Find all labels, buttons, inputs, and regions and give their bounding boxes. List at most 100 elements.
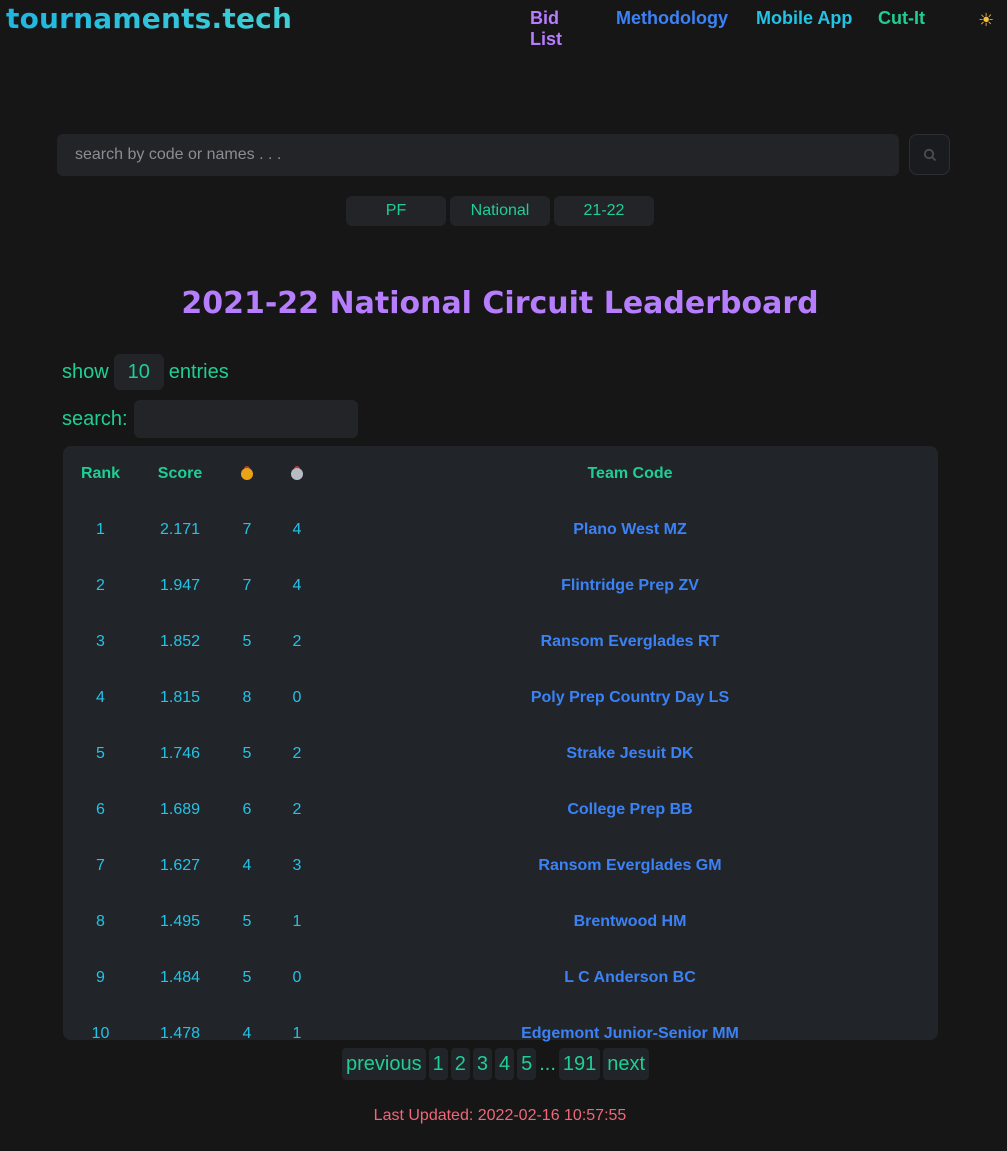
silver-count-cell: 0 [292, 969, 302, 986]
team-code-link[interactable]: Plano West MZ [322, 502, 938, 558]
gold-count-cell: 5 [242, 913, 252, 930]
team-code-link[interactable]: Flintridge Prep ZV [322, 558, 938, 614]
gold-count-cell: 7 [242, 521, 252, 538]
gold-count-cell: 7 [242, 577, 252, 594]
gold-count-cell: 8 [242, 689, 252, 706]
rank-cell: 10 [91, 1025, 110, 1042]
page-2-button[interactable]: 2 [450, 1048, 470, 1080]
table-row: 2 1.947 7 4 Flintridge Prep ZV [63, 558, 938, 614]
silver-count-cell: 4 [292, 521, 302, 538]
score-cell: 1.484 [159, 969, 201, 986]
score-cell: 1.689 [159, 801, 201, 818]
header-rank[interactable]: Rank [63, 446, 138, 502]
table-row: 4 1.815 8 0 Poly Prep Country Day LS [63, 670, 938, 726]
page-3-button[interactable]: 3 [472, 1048, 492, 1080]
nav-cut-it[interactable]: Cut-It [878, 8, 925, 29]
pagination: previous 1 2 3 4 5 ... 191 next [342, 1048, 650, 1080]
gold-count-cell: 6 [242, 801, 252, 818]
table-body: 1 2.171 7 4 Plano West MZ 2 1.947 7 4 Flintridge … [63, 502, 938, 1062]
table-row: 6 1.689 6 2 College Prep BB [63, 782, 938, 838]
sun-icon[interactable]: ☀ [978, 10, 994, 31]
header-score[interactable]: Score [138, 446, 222, 502]
score-cell: 1.627 [159, 857, 201, 874]
team-code-link[interactable]: Ransom Everglades RT [322, 614, 938, 670]
team-code-link[interactable]: L C Anderson BC [322, 950, 938, 1006]
gold-count-cell: 5 [242, 633, 252, 650]
silver-count-cell: 2 [292, 633, 302, 650]
table-row: 7 1.627 4 3 Ransom Everglades GM [63, 838, 938, 894]
table-search: search: [62, 400, 358, 438]
search-input[interactable] [73, 145, 883, 165]
nav-bid-list[interactable]: Bid List [530, 8, 562, 50]
team-code-link[interactable]: College Prep BB [322, 782, 938, 838]
table-search-label: search: [62, 407, 128, 430]
filter-circuit[interactable]: National [450, 196, 550, 226]
silver-count-cell: 1 [292, 1025, 302, 1042]
pagination-ellipsis: ... [539, 1052, 556, 1075]
score-cell: 1.852 [159, 633, 201, 650]
filter-event[interactable]: PF [346, 196, 446, 226]
header-gold[interactable] [222, 446, 272, 502]
silver-count-cell: 2 [292, 801, 302, 818]
score-cell: 1.815 [159, 689, 201, 706]
table-row: 8 1.495 5 1 Brentwood HM [63, 894, 938, 950]
silver-count-cell: 0 [292, 689, 302, 706]
nav-mobile-app[interactable]: Mobile App [756, 8, 852, 29]
site-logo[interactable]: tournaments.tech [6, 2, 292, 35]
team-code-link[interactable]: Poly Prep Country Day LS [322, 670, 938, 726]
table-row: 5 1.746 5 2 Strake Jesuit DK [63, 726, 938, 782]
team-code-link[interactable]: Strake Jesuit DK [322, 726, 938, 782]
rank-cell: 5 [96, 745, 105, 762]
page-4-button[interactable]: 4 [494, 1048, 515, 1080]
next-page-button[interactable]: next [603, 1048, 650, 1080]
score-cell: 2.171 [159, 521, 201, 538]
header-team-code[interactable]: Team Code [322, 446, 938, 502]
rank-cell: 1 [96, 521, 105, 538]
silver-count-cell: 4 [292, 577, 302, 594]
table-row: 1 2.171 7 4 Plano West MZ [63, 502, 938, 558]
gold-count-cell: 4 [242, 857, 252, 874]
table-row: 9 1.484 5 0 L C Anderson BC [63, 950, 938, 1006]
rank-cell: 8 [96, 913, 105, 930]
silver-count-cell: 1 [292, 913, 302, 930]
filter-chips: PF National 21-22 [346, 196, 654, 226]
last-page-button[interactable]: 191 [558, 1048, 601, 1080]
rank-cell: 6 [96, 801, 105, 818]
header-silver[interactable] [272, 446, 322, 502]
rank-cell: 3 [96, 633, 105, 650]
team-code-link[interactable]: Brentwood HM [322, 894, 938, 950]
team-code-link[interactable]: Ransom Everglades GM [322, 838, 938, 894]
score-cell: 1.947 [159, 577, 201, 594]
entries-control: show 10 entries [62, 354, 229, 390]
search-bar [57, 134, 899, 176]
score-cell: 1.478 [159, 1025, 201, 1042]
gold-count-cell: 4 [242, 1025, 252, 1042]
search-icon [923, 148, 936, 161]
prev-page-button[interactable]: previous [342, 1048, 426, 1080]
rank-cell: 2 [96, 577, 105, 594]
table-search-input[interactable] [133, 400, 358, 438]
table-header-row: Rank Score Team Code [63, 446, 938, 502]
page-1-button[interactable]: 1 [428, 1048, 448, 1080]
score-cell: 1.495 [159, 913, 201, 930]
silver-count-cell: 2 [292, 745, 302, 762]
score-cell: 1.746 [159, 745, 201, 762]
gold-count-cell: 5 [242, 745, 252, 762]
silver-count-cell: 3 [292, 857, 302, 874]
search-button[interactable] [909, 134, 950, 175]
rank-cell: 7 [96, 857, 105, 874]
page-5-button[interactable]: 5 [517, 1048, 537, 1080]
silver-medal-icon [291, 468, 303, 480]
page-title: 2021-22 National Circuit Leaderboard [181, 286, 819, 321]
table-row: 3 1.852 5 2 Ransom Everglades RT [63, 614, 938, 670]
gold-count-cell: 5 [242, 969, 252, 986]
show-label: show [62, 360, 109, 383]
entries-label: entries [168, 360, 229, 383]
entries-select[interactable]: 10 [113, 354, 164, 390]
gold-medal-icon [241, 468, 253, 480]
nav-methodology[interactable]: Methodology [616, 8, 728, 29]
rank-cell: 9 [96, 969, 105, 986]
last-updated: Last Updated: 2022-02-16 10:57:55 [373, 1107, 627, 1124]
filter-season[interactable]: 21-22 [554, 196, 654, 226]
rank-cell: 4 [96, 689, 105, 706]
